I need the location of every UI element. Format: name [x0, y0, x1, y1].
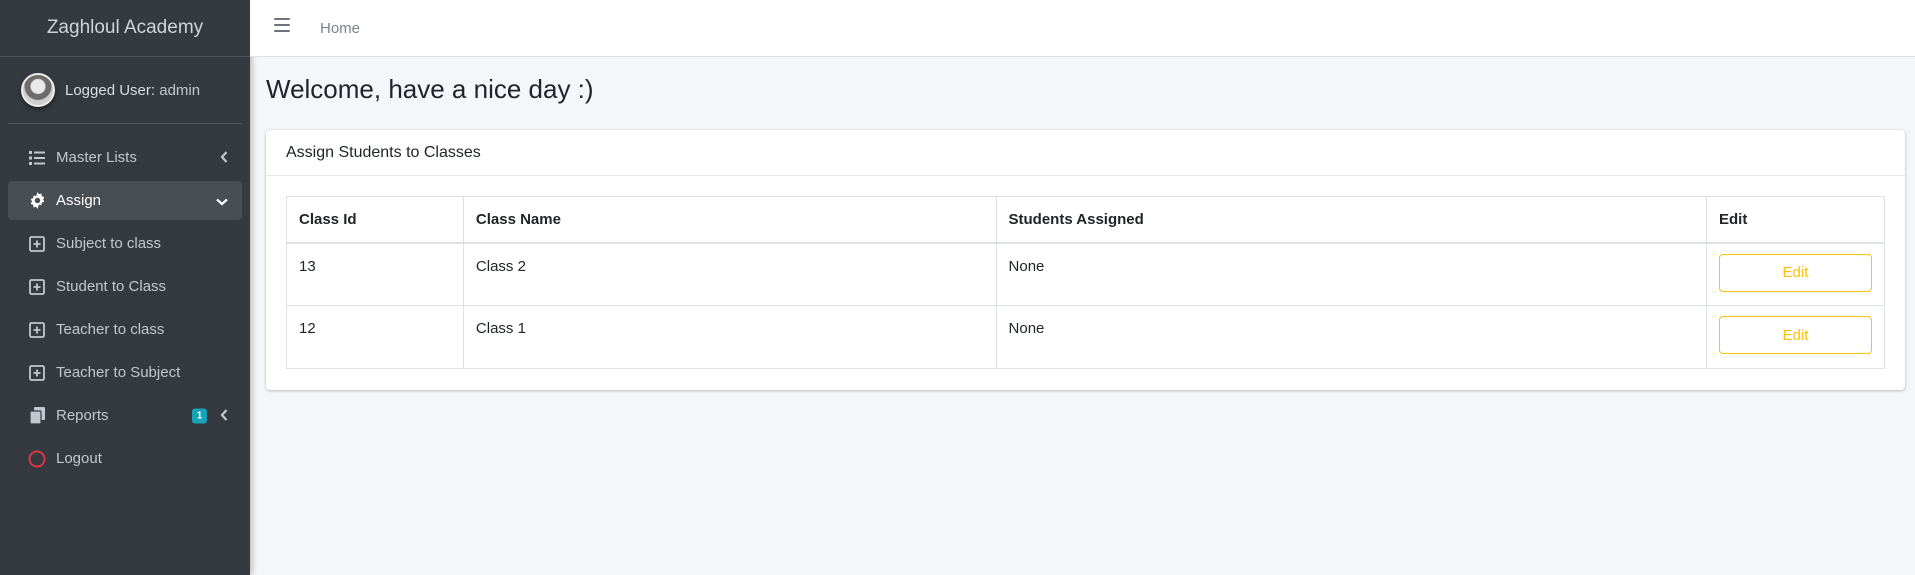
menu-toggle-icon[interactable] [274, 18, 290, 32]
sidebar-item-teacher-to-subject[interactable]: Teacher to Subject [8, 353, 242, 392]
sidebar-item-logout[interactable]: Logout [8, 439, 242, 478]
gear-icon [28, 192, 46, 210]
home-link[interactable]: Home [320, 20, 360, 37]
logged-user-name[interactable]: admin [159, 82, 200, 99]
user-panel: Logged User: admin [8, 57, 242, 124]
sidebar-nav: Master Lists Assign Subject to class Stu… [0, 124, 250, 478]
sidebar: Zaghloul Academy Logged User: admin Mast… [0, 0, 250, 575]
brand-title[interactable]: Zaghloul Academy [0, 0, 250, 57]
sidebar-item-label: Reports [56, 407, 109, 424]
sidebar-item-label: Assign [56, 192, 102, 209]
cell-students-assigned: None [995, 242, 1707, 306]
circle-icon [28, 450, 46, 468]
card-body: Class Id Class Name Students Assigned Ed… [266, 176, 1905, 389]
cell-class-name: Class 1 [462, 305, 997, 369]
sidebar-item-label: Subject to class [56, 235, 162, 252]
top-navbar: Home [250, 0, 1915, 57]
reports-badge: 1 [192, 408, 207, 423]
sidebar-item-teacher-to-class[interactable]: Teacher to class [8, 310, 242, 349]
edit-button[interactable]: Edit [1718, 253, 1872, 292]
cell-class-id: 13 [286, 242, 464, 306]
assign-card: Assign Students to Classes Class Id Clas… [266, 130, 1905, 390]
chevron-down-icon [216, 193, 228, 209]
page-title: Welcome, have a nice day :) [266, 74, 594, 104]
column-header-students-assigned: Students Assigned [995, 196, 1707, 244]
cell-class-id: 12 [286, 305, 464, 369]
logged-user-text: Logged User: admin [65, 82, 200, 99]
column-header-class-name: Class Name [462, 196, 997, 244]
sidebar-item-label: Teacher to class [56, 321, 165, 338]
logged-user-prefix: Logged User: [65, 81, 156, 99]
sidebar-item-label: Teacher to Subject [56, 364, 181, 381]
sidebar-item-master-lists[interactable]: Master Lists [8, 138, 242, 177]
table-header-row: Class Id Class Name Students Assigned Ed… [286, 196, 1886, 244]
sidebar-item-student-to-class[interactable]: Student to Class [8, 267, 242, 306]
sidebar-item-label: Master Lists [56, 149, 137, 166]
sidebar-item-assign[interactable]: Assign [8, 181, 242, 220]
edit-button[interactable]: Edit [1718, 316, 1872, 354]
sidebar-item-reports[interactable]: Reports 1 [8, 396, 242, 435]
plus-square-icon [28, 278, 46, 296]
list-icon [28, 149, 46, 167]
cell-edit: Edit [1705, 242, 1886, 306]
column-header-edit: Edit [1705, 196, 1886, 244]
table-row: 13 Class 2 None Edit [286, 242, 1886, 306]
avatar[interactable] [21, 73, 55, 107]
card-title: Assign Students to Classes [266, 130, 1905, 176]
sidebar-item-label: Student to Class [56, 278, 167, 295]
classes-table: Class Id Class Name Students Assigned Ed… [286, 196, 1886, 369]
main-content: Welcome, have a nice day :) Assign Stude… [250, 57, 1915, 575]
chevron-left-icon [220, 150, 228, 166]
plus-square-icon [28, 235, 46, 253]
cell-edit: Edit [1705, 305, 1886, 369]
cell-students-assigned: None [995, 305, 1707, 369]
plus-square-icon [28, 364, 46, 382]
cell-class-name: Class 2 [462, 242, 997, 306]
sidebar-item-label: Logout [56, 450, 102, 467]
chevron-left-icon [220, 408, 228, 424]
copy-icon [28, 407, 46, 425]
plus-square-icon [28, 321, 46, 339]
sidebar-item-subject-to-class[interactable]: Subject to class [8, 224, 242, 263]
table-row: 12 Class 1 None Edit [286, 305, 1886, 369]
column-header-class-id: Class Id [286, 196, 464, 244]
